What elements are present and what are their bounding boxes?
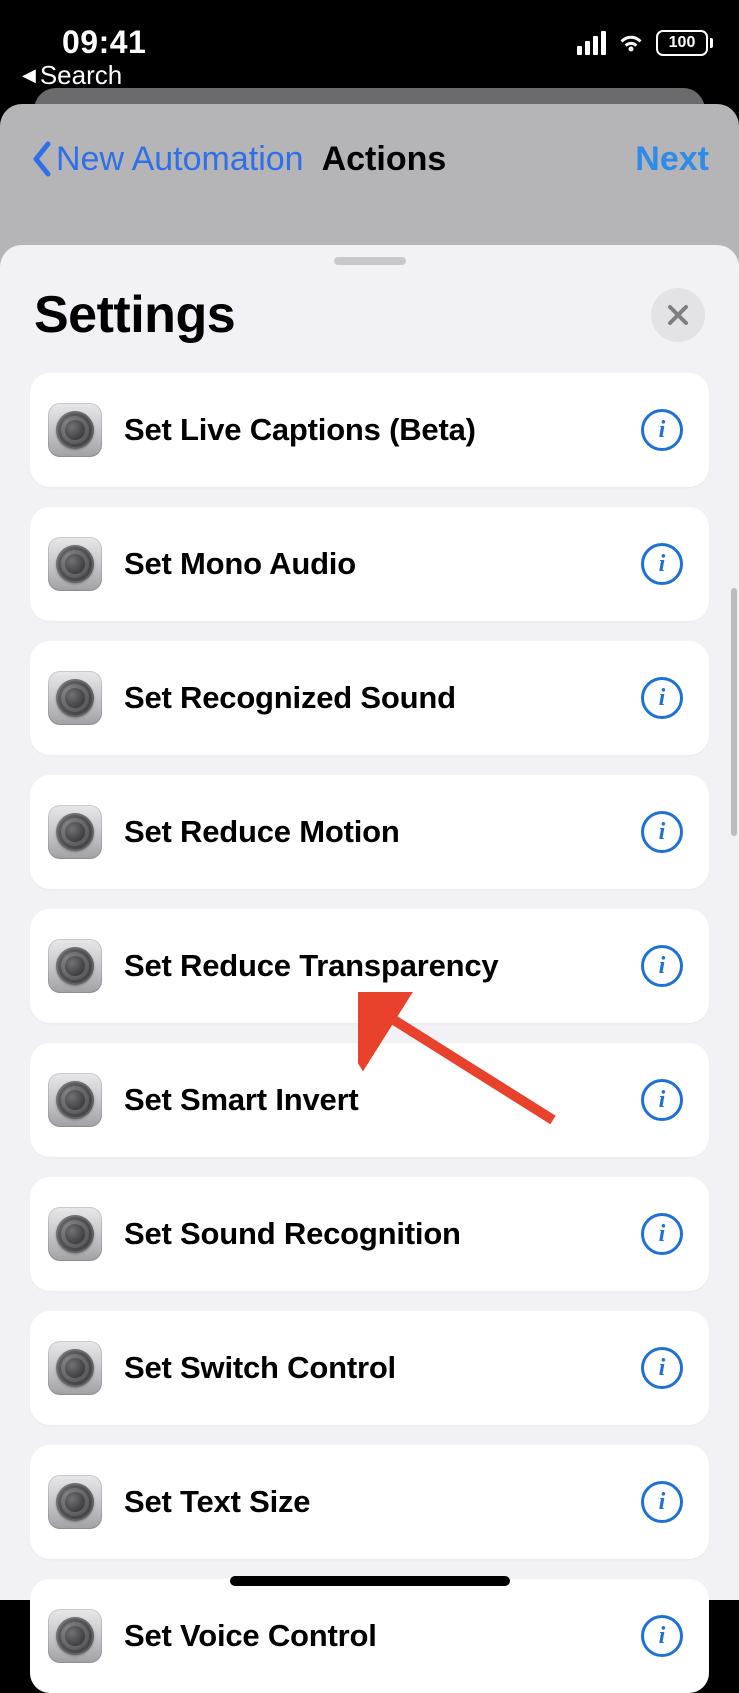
action-set-sound-recognition[interactable]: Set Sound Recognition i <box>30 1177 709 1291</box>
wifi-icon <box>616 32 646 54</box>
sheet-header: Settings <box>0 285 739 373</box>
settings-app-icon <box>48 1207 102 1261</box>
gear-icon <box>56 1617 94 1655</box>
actions-sheet: Settings Set Live Captions (Beta) i Set … <box>0 245 739 1600</box>
status-bar: 09:41 ◀ Search 100 <box>0 0 739 90</box>
gear-icon <box>56 679 94 717</box>
gear-icon <box>56 1081 94 1119</box>
info-button[interactable]: i <box>641 409 683 451</box>
sheet-title: Settings <box>34 285 235 345</box>
nav-back-label: New Automation <box>56 140 304 179</box>
home-indicator[interactable] <box>230 1576 510 1586</box>
info-button[interactable]: i <box>641 811 683 853</box>
automation-modal: New Automation Actions Next Settings Set… <box>0 104 739 1600</box>
action-label: Set Recognized Sound <box>124 680 619 716</box>
gear-icon <box>56 411 94 449</box>
nav-title: Actions <box>322 140 447 179</box>
action-label: Set Smart Invert <box>124 1082 619 1118</box>
info-button[interactable]: i <box>641 945 683 987</box>
gear-icon <box>56 813 94 851</box>
cellular-signal-icon <box>577 31 606 55</box>
gear-icon <box>56 1483 94 1521</box>
info-button[interactable]: i <box>641 677 683 719</box>
battery-indicator: 100 <box>656 30 713 56</box>
action-set-live-captions[interactable]: Set Live Captions (Beta) i <box>30 373 709 487</box>
nav-back-button[interactable]: New Automation <box>30 140 304 179</box>
action-set-text-size[interactable]: Set Text Size i <box>30 1445 709 1559</box>
status-back-label: Search <box>40 60 122 91</box>
gear-icon <box>56 947 94 985</box>
action-set-reduce-motion[interactable]: Set Reduce Motion i <box>30 775 709 889</box>
settings-app-icon <box>48 1073 102 1127</box>
back-triangle-icon: ◀ <box>22 65 36 86</box>
action-set-mono-audio[interactable]: Set Mono Audio i <box>30 507 709 621</box>
action-label: Set Switch Control <box>124 1350 619 1386</box>
status-back-to-search[interactable]: ◀ Search <box>22 60 122 91</box>
action-label: Set Reduce Transparency <box>124 948 619 984</box>
settings-app-icon <box>48 939 102 993</box>
info-button[interactable]: i <box>641 1615 683 1657</box>
action-label: Set Sound Recognition <box>124 1216 619 1252</box>
action-set-smart-invert[interactable]: Set Smart Invert i <box>30 1043 709 1157</box>
settings-app-icon <box>48 671 102 725</box>
close-icon <box>667 304 689 326</box>
gear-icon <box>56 1215 94 1253</box>
sheet-grabber[interactable] <box>334 257 406 265</box>
info-button[interactable]: i <box>641 1213 683 1255</box>
settings-app-icon <box>48 1475 102 1529</box>
settings-app-icon <box>48 805 102 859</box>
info-button[interactable]: i <box>641 543 683 585</box>
action-label: Set Text Size <box>124 1484 619 1520</box>
action-set-switch-control[interactable]: Set Switch Control i <box>30 1311 709 1425</box>
scroll-indicator <box>731 588 737 836</box>
action-label: Set Live Captions (Beta) <box>124 412 619 448</box>
settings-app-icon <box>48 403 102 457</box>
info-button[interactable]: i <box>641 1481 683 1523</box>
action-set-recognized-sound[interactable]: Set Recognized Sound i <box>30 641 709 755</box>
close-button[interactable] <box>651 288 705 342</box>
info-button[interactable]: i <box>641 1079 683 1121</box>
actions-list: Set Live Captions (Beta) i Set Mono Audi… <box>0 373 739 1693</box>
nav-next-button[interactable]: Next <box>635 140 709 179</box>
action-label: Set Mono Audio <box>124 546 619 582</box>
action-label: Set Voice Control <box>124 1618 619 1654</box>
action-label: Set Reduce Motion <box>124 814 619 850</box>
info-button[interactable]: i <box>641 1347 683 1389</box>
settings-app-icon <box>48 1341 102 1395</box>
gear-icon <box>56 545 94 583</box>
settings-app-icon <box>48 537 102 591</box>
chevron-left-icon <box>30 141 54 177</box>
settings-app-icon <box>48 1609 102 1663</box>
battery-percent: 100 <box>669 34 696 52</box>
action-set-reduce-transparency[interactable]: Set Reduce Transparency i <box>30 909 709 1023</box>
nav-bar: New Automation Actions Next <box>0 104 739 214</box>
status-right: 100 <box>577 30 713 56</box>
gear-icon <box>56 1349 94 1387</box>
status-time: 09:41 <box>62 24 146 61</box>
action-set-voice-control[interactable]: Set Voice Control i <box>30 1579 709 1693</box>
